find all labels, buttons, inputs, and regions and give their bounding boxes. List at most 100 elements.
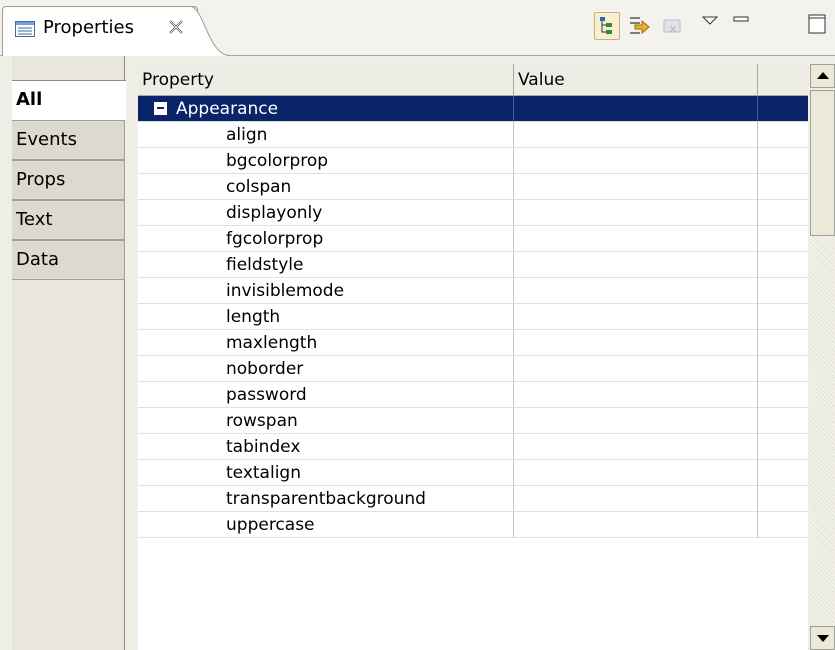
view-title: Properties	[43, 17, 134, 38]
table-row[interactable]: invisiblemode	[138, 278, 808, 304]
maximize-icon	[808, 14, 826, 34]
table-row[interactable]: align	[138, 122, 808, 148]
view-menu-icon	[701, 16, 719, 25]
property-value-cell[interactable]	[514, 434, 758, 460]
property-name-cell: align	[138, 122, 514, 148]
filler-cell	[758, 330, 808, 356]
filler-cell	[758, 460, 808, 486]
property-value-cell[interactable]	[514, 148, 758, 174]
property-name-cell: fgcolorprop	[138, 226, 514, 252]
filler-cell	[758, 174, 808, 200]
property-name-cell: invisiblemode	[138, 278, 514, 304]
filler-cell	[758, 122, 808, 148]
vertical-scrollbar[interactable]	[810, 64, 835, 650]
arrow-up-icon	[817, 72, 829, 79]
tab-all[interactable]: All	[12, 80, 126, 120]
filler-cell	[758, 434, 808, 460]
property-name-cell: colspan	[138, 174, 514, 200]
table-row[interactable]: uppercase	[138, 512, 808, 538]
view-header: Properties	[0, 0, 835, 56]
property-value-cell[interactable]	[514, 330, 758, 356]
view-menu-button[interactable]	[700, 12, 726, 40]
restore-default-button[interactable]	[660, 12, 686, 40]
table-row[interactable]: rowspan	[138, 408, 808, 434]
show-categories-icon	[600, 17, 612, 34]
table-header: Property Value	[138, 64, 808, 96]
property-table: Property Value Appearance align bgcolorpr…	[138, 64, 808, 650]
property-name-cell: textalign	[138, 460, 514, 486]
group-row-appearance[interactable]: Appearance	[138, 96, 808, 122]
filler-cell	[758, 148, 808, 174]
property-value-cell[interactable]	[514, 174, 758, 200]
table-row[interactable]: noborder	[138, 356, 808, 382]
table-row[interactable]: maxlength	[138, 330, 808, 356]
property-name-cell: displayonly	[138, 200, 514, 226]
property-value-cell[interactable]	[514, 460, 758, 486]
show-advanced-button[interactable]	[626, 12, 652, 40]
scroll-thumb[interactable]	[810, 90, 835, 236]
column-header-property[interactable]: Property	[138, 64, 514, 96]
filler-cell	[758, 304, 808, 330]
property-value-cell[interactable]	[514, 226, 758, 252]
minimize-button[interactable]	[730, 12, 756, 40]
table-row[interactable]: fieldstyle	[138, 252, 808, 278]
properties-view-tab[interactable]: Properties	[2, 6, 198, 56]
table-row[interactable]: transparentbackground	[138, 486, 808, 512]
filler-cell	[758, 252, 808, 278]
show-advanced-icon	[630, 17, 650, 35]
filler-cell	[758, 278, 808, 304]
maximize-button[interactable]	[806, 12, 832, 40]
collapse-icon[interactable]	[154, 102, 167, 115]
show-categories-button[interactable]	[594, 12, 620, 40]
table-row[interactable]: bgcolorprop	[138, 148, 808, 174]
scroll-up-button[interactable]	[810, 64, 835, 88]
property-name-cell: tabindex	[138, 434, 514, 460]
property-name-cell: uppercase	[138, 512, 514, 538]
column-header-filler	[758, 64, 808, 96]
property-value-cell[interactable]	[514, 356, 758, 382]
property-name-cell: bgcolorprop	[138, 148, 514, 174]
filler-cell	[758, 408, 808, 434]
table-row[interactable]: length	[138, 304, 808, 330]
table-row[interactable]: password	[138, 382, 808, 408]
filler-cell	[758, 512, 808, 538]
column-header-value[interactable]: Value	[514, 64, 758, 96]
filler-cell	[758, 356, 808, 382]
tab-text[interactable]: Text	[12, 200, 125, 240]
tab-events[interactable]: Events	[12, 120, 125, 160]
property-value-cell[interactable]	[514, 382, 758, 408]
property-name-cell: transparentbackground	[138, 486, 514, 512]
properties-view-icon	[15, 21, 35, 37]
property-value-cell[interactable]	[514, 304, 758, 330]
table-row[interactable]: fgcolorprop	[138, 226, 808, 252]
property-value-cell[interactable]	[514, 512, 758, 538]
table-row[interactable]: colspan	[138, 174, 808, 200]
minimize-icon	[733, 16, 749, 22]
table-row[interactable]: tabindex	[138, 434, 808, 460]
property-name-cell: noborder	[138, 356, 514, 382]
property-value-cell[interactable]	[514, 122, 758, 148]
filler-cell	[758, 382, 808, 408]
property-value-cell[interactable]	[514, 408, 758, 434]
scroll-down-button[interactable]	[810, 626, 835, 650]
property-value-cell[interactable]	[514, 278, 758, 304]
table-row[interactable]: displayonly	[138, 200, 808, 226]
tab-props[interactable]: Props	[12, 160, 125, 200]
property-value-cell[interactable]	[514, 200, 758, 226]
tab-slope	[190, 6, 230, 56]
property-name-cell: password	[138, 382, 514, 408]
property-name-cell: maxlength	[138, 330, 514, 356]
tab-data[interactable]: Data	[12, 240, 125, 280]
group-label: Appearance	[176, 99, 279, 119]
table-row[interactable]: textalign	[138, 460, 808, 486]
close-icon[interactable]	[167, 18, 185, 36]
filler-cell	[758, 486, 808, 512]
arrow-down-icon	[817, 635, 829, 642]
property-name-cell: fieldstyle	[138, 252, 514, 278]
restore-default-icon	[663, 19, 681, 33]
property-value-cell[interactable]	[514, 486, 758, 512]
property-value-cell[interactable]	[514, 252, 758, 278]
property-name-cell: length	[138, 304, 514, 330]
filler-cell	[758, 200, 808, 226]
property-name-cell: rowspan	[138, 408, 514, 434]
